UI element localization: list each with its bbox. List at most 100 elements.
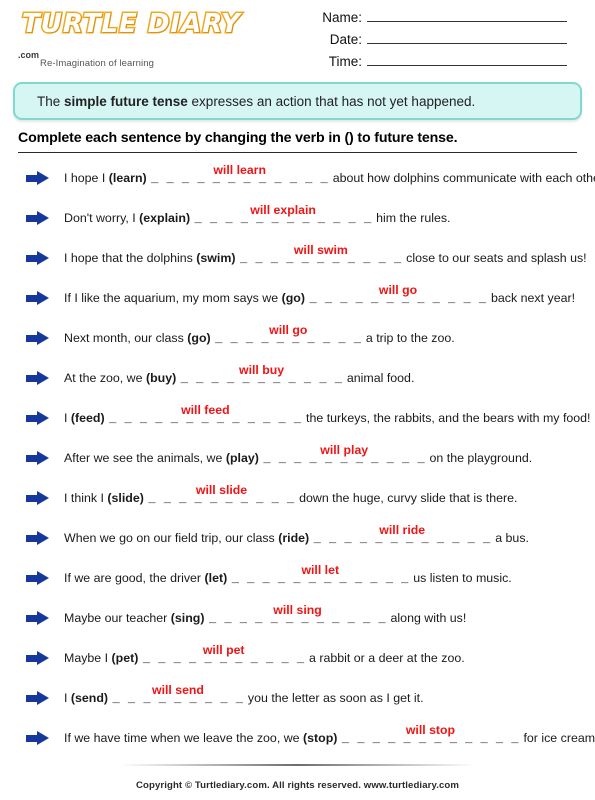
base-verb-hint: (ride) (278, 530, 310, 545)
question-list: I hope I (learn) _ _ _ _ _ _ _ _ _ _ _ _… (0, 158, 595, 758)
blank-dashes: _ _ _ _ _ _ _ _ _ _ _ _ (341, 731, 520, 746)
base-verb-hint: (go) (187, 330, 211, 345)
base-verb-hint: (swim) (196, 250, 236, 265)
question-sentence: If we are good, the driver (let) _ _ _ _… (64, 563, 512, 587)
instruction-divider (18, 152, 577, 153)
question-sentence: If we have time when we leave the zoo, w… (64, 723, 595, 747)
question-sentence: At the zoo, we (buy) _ _ _ _ _ _ _ _ _ _… (64, 363, 415, 387)
question-sentence: I (send) _ _ _ _ _ _ _ _ _ will send you … (64, 683, 424, 707)
sentence-after-blank: along with us! (387, 610, 467, 625)
definition-callout-box: The simple future tense expresses an act… (13, 82, 582, 120)
base-verb-hint: (play) (225, 450, 259, 465)
blank-dashes: _ _ _ _ _ _ _ _ _ _ _ (180, 371, 343, 386)
sentence-after-blank: a bus. (491, 530, 529, 545)
question-row: I think I (slide) _ _ _ _ _ _ _ _ _ _ wil… (0, 478, 595, 518)
sentence-after-blank: us listen to music. (409, 570, 512, 585)
date-field-input[interactable] (367, 30, 567, 44)
sentence-after-blank: for ice cream! (520, 730, 595, 745)
name-field-input[interactable] (367, 8, 567, 22)
blank-dashes: _ _ _ _ _ _ _ _ _ _ _ (142, 651, 305, 666)
blank-dashes: _ _ _ _ _ _ _ _ _ (112, 691, 244, 706)
arrow-right-icon (26, 171, 50, 185)
blank-dashes: _ _ _ _ _ _ _ _ _ _ _ (239, 251, 402, 266)
blank-dashes: _ _ _ _ _ _ _ _ _ _ _ _ (151, 171, 329, 186)
answer-blank[interactable]: _ _ _ _ _ _ _ _ _ _ will go (215, 323, 361, 347)
sentence-before-blank: I hope that the dolphins (64, 250, 197, 265)
question-row: Next month, our class (go) _ _ _ _ _ _ _… (0, 318, 595, 358)
question-row: I (send) _ _ _ _ _ _ _ _ _ will send you … (0, 678, 595, 718)
answer-blank[interactable]: _ _ _ _ _ _ _ _ _ _ _ _ will let (231, 563, 409, 587)
time-field-input[interactable] (367, 52, 567, 66)
answer-blank[interactable]: _ _ _ _ _ _ _ _ _ _ _ will pet (142, 643, 305, 667)
answer-blank[interactable]: _ _ _ _ _ _ _ _ _ _ _ _ will sing (208, 603, 387, 627)
question-row: I (feed) _ _ _ _ _ _ _ _ _ _ _ _ _ will f… (0, 398, 595, 438)
sentence-after-blank: back next year! (487, 290, 576, 305)
arrow-right-icon (26, 651, 50, 665)
sentence-after-blank: a rabbit or a deer at the zoo. (305, 650, 465, 665)
arrow-right-icon (26, 411, 50, 425)
answer-blank[interactable]: _ _ _ _ _ _ _ _ _ _ _ will swim (239, 243, 402, 267)
blank-dashes: _ _ _ _ _ _ _ _ _ _ _ _ _ (109, 411, 302, 426)
arrow-right-icon (26, 211, 50, 225)
sentence-before-blank: Maybe our teacher (64, 610, 171, 625)
arrow-right-icon (26, 611, 50, 625)
sentence-before-blank: Next month, our class (64, 330, 188, 345)
question-sentence: I think I (slide) _ _ _ _ _ _ _ _ _ _ wil… (64, 483, 517, 507)
sentence-before-blank: I think I (64, 490, 108, 505)
blank-dashes: _ _ _ _ _ _ _ _ _ _ _ _ (309, 291, 487, 306)
answer-blank[interactable]: _ _ _ _ _ _ _ _ _ _ _ _ will stop (341, 723, 520, 747)
sentence-before-blank: If we are good, the driver (64, 570, 205, 585)
footer-divider (120, 764, 475, 766)
sentence-after-blank: on the playground. (426, 450, 533, 465)
sentence-after-blank: you the letter as soon as I get it. (244, 690, 424, 705)
answer-blank[interactable]: _ _ _ _ _ _ _ _ _ _ will slide (148, 483, 294, 507)
arrow-right-icon (26, 371, 50, 385)
question-sentence: After we see the animals, we (play) _ _ … (64, 443, 533, 467)
question-row: I hope I (learn) _ _ _ _ _ _ _ _ _ _ _ _… (0, 158, 595, 198)
answer-blank[interactable]: _ _ _ _ _ _ _ _ _ _ _ _ will go (309, 283, 487, 307)
sentence-before-blank: Maybe I (64, 650, 112, 665)
blank-dashes: _ _ _ _ _ _ _ _ _ _ _ _ (231, 571, 409, 586)
sentence-before-blank: If I like the aquarium, my mom says we (64, 290, 282, 305)
question-sentence: Maybe I (pet) _ _ _ _ _ _ _ _ _ _ _ will … (64, 643, 465, 667)
sentence-after-blank: a trip to the zoo. (362, 330, 455, 345)
base-verb-hint: (learn) (108, 170, 147, 185)
answer-blank[interactable]: _ _ _ _ _ _ _ _ _ _ _ _ will explain (194, 203, 372, 227)
answer-blank[interactable]: _ _ _ _ _ _ _ _ _ _ _ will buy (180, 363, 343, 387)
sentence-before-blank: Don't worry, I (64, 210, 140, 225)
answer-blank[interactable]: _ _ _ _ _ _ _ _ _ _ _ _ _ will feed (109, 403, 302, 427)
blank-dashes: _ _ _ _ _ _ _ _ _ _ _ _ (194, 211, 372, 226)
sentence-after-blank: the turkeys, the rabbits, and the bears … (302, 410, 591, 425)
sentence-after-blank: close to our seats and splash us! (402, 250, 587, 265)
base-verb-hint: (stop) (303, 730, 338, 745)
arrow-right-icon (26, 491, 50, 505)
question-sentence: Next month, our class (go) _ _ _ _ _ _ _… (64, 323, 455, 347)
turtle-diary-logo[interactable]: TURTLE DIARY .com Re-Imagination of learn… (18, 8, 241, 70)
question-row: If I like the aquarium, my mom says we (… (0, 278, 595, 318)
base-verb-hint: (buy) (145, 370, 177, 385)
question-sentence: I hope I (learn) _ _ _ _ _ _ _ _ _ _ _ _… (64, 163, 595, 187)
answer-blank[interactable]: _ _ _ _ _ _ _ _ _ _ _ will play (263, 443, 425, 467)
question-row: Don't worry, I (explain) _ _ _ _ _ _ _ _… (0, 198, 595, 238)
base-verb-hint: (feed) (70, 410, 105, 425)
answer-blank[interactable]: _ _ _ _ _ _ _ _ _ _ _ _ will learn (151, 163, 329, 187)
blank-dashes: _ _ _ _ _ _ _ _ _ _ _ _ (208, 611, 387, 626)
sentence-before-blank: When we go on our field trip, our class (64, 530, 279, 545)
question-sentence: Don't worry, I (explain) _ _ _ _ _ _ _ _… (64, 203, 451, 227)
question-row: Maybe our teacher (sing) _ _ _ _ _ _ _ _… (0, 598, 595, 638)
definition-prefix: The (37, 93, 65, 109)
question-row: After we see the animals, we (play) _ _ … (0, 438, 595, 478)
arrow-right-icon (26, 331, 50, 345)
question-row: If we have time when we leave the zoo, w… (0, 718, 595, 758)
arrow-right-icon (26, 531, 50, 545)
question-sentence: Maybe our teacher (sing) _ _ _ _ _ _ _ _… (64, 603, 467, 627)
question-row: I hope that the dolphins (swim) _ _ _ _ … (0, 238, 595, 278)
sentence-before-blank: I hope I (64, 170, 109, 185)
sentence-before-blank: At the zoo, we (64, 370, 146, 385)
answer-blank[interactable]: _ _ _ _ _ _ _ _ _ _ _ _ will ride (314, 523, 491, 547)
arrow-right-icon (26, 451, 50, 465)
sentence-after-blank: animal food. (343, 370, 415, 385)
sentence-after-blank: about how dolphins communicate with each… (329, 170, 595, 185)
answer-blank[interactable]: _ _ _ _ _ _ _ _ _ will send (112, 683, 244, 707)
question-row: When we go on our field trip, our class … (0, 518, 595, 558)
